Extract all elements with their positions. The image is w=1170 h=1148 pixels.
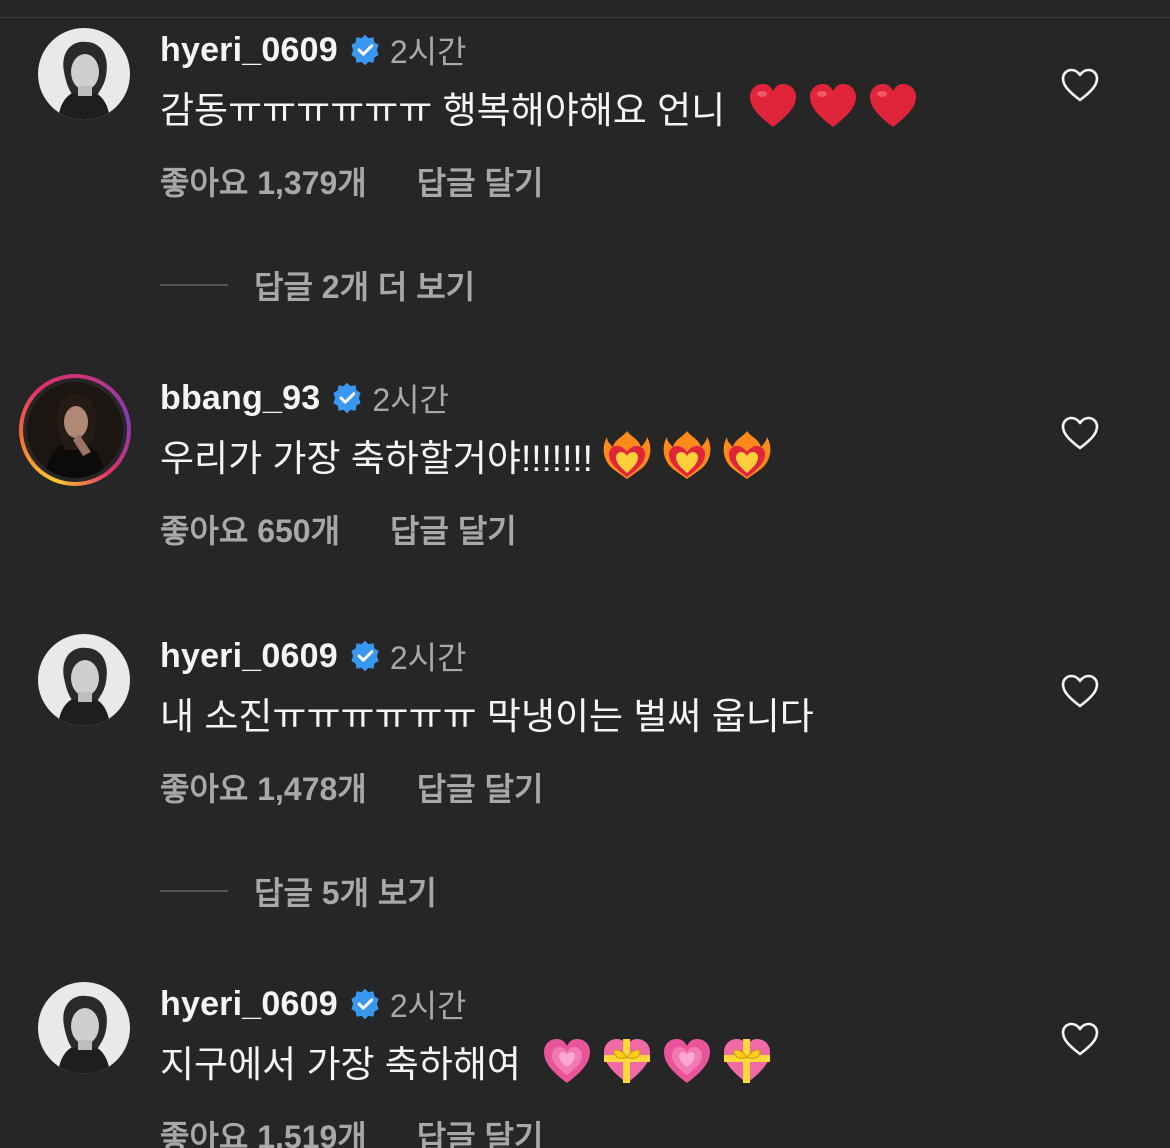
like-count[interactable]: 좋아요 650개 (160, 506, 340, 552)
heart-with-ribbon-emoji (601, 1035, 653, 1087)
comment-text-row: 지구에서 가장 축하해여 (160, 1034, 773, 1088)
avatar-photo (27, 382, 123, 478)
username[interactable]: hyeri_0609 (160, 31, 338, 70)
top-divider (0, 17, 1170, 18)
like-heart-icon[interactable] (1060, 1020, 1100, 1060)
view-replies-label: 답글 5개 보기 (254, 875, 437, 911)
red-heart-emoji (867, 81, 919, 133)
reply-button[interactable]: 답글 달기 (417, 764, 544, 810)
comment-header: hyeri_0609 2시간 (160, 980, 467, 1028)
verified-badge-icon (348, 639, 382, 673)
heart-on-fire-emoji (601, 429, 653, 481)
comment-meta: 좋아요 1,519개 답글 달기 (160, 1112, 543, 1148)
username[interactable]: hyeri_0609 (160, 985, 338, 1024)
avatar-photo (38, 634, 130, 726)
replies-divider-line (160, 890, 228, 892)
comment-item: hyeri_0609 2시간 감동ㅠㅠㅠㅠㅠㅠ 행복해야해요 언니 좋아요 1,… (0, 26, 1170, 201)
comment-meta: 좋아요 1,478개 답글 달기 (160, 764, 543, 810)
heart-on-fire-emoji (661, 429, 713, 481)
comment-time: 2시간 (389, 34, 467, 70)
avatar-photo (38, 28, 130, 120)
comment-text: 지구에서 가장 축하해여 (160, 1044, 521, 1085)
story-ring-avatar[interactable] (19, 374, 131, 486)
comment-meta: 좋아요 650개 답글 달기 (160, 506, 517, 552)
growing-heart-emoji (541, 1035, 593, 1087)
comment-text: 우리가 가장 축하할거야!!!!!!! (160, 438, 593, 479)
comment-time: 2시간 (372, 382, 449, 418)
comment-meta: 좋아요 1,379개 답글 달기 (160, 158, 543, 204)
comment-header: hyeri_0609 2시간 (160, 26, 467, 74)
verified-badge-icon (348, 987, 382, 1021)
comment-text-row: 감동ㅠㅠㅠㅠㅠㅠ 행복해야해요 언니 (160, 80, 919, 134)
view-replies-label: 답글 2개 더 보기 (254, 269, 476, 305)
username[interactable]: bbang_93 (160, 379, 320, 418)
like-heart-icon[interactable] (1060, 672, 1100, 712)
red-heart-emoji (807, 81, 859, 133)
comment-text-row: 우리가 가장 축하할거야!!!!!!! (160, 428, 773, 482)
comment-item: bbang_93 2시간 우리가 가장 축하할거야!!!!!!! 좋아요 650… (0, 374, 1170, 549)
comment-time: 2시간 (389, 988, 467, 1024)
username[interactable]: hyeri_0609 (160, 637, 338, 676)
avatar[interactable] (38, 28, 130, 120)
comment-time: 2시간 (389, 640, 467, 676)
view-more-replies-button[interactable]: 답글 5개 보기 (160, 868, 437, 914)
reply-button[interactable]: 답글 달기 (417, 158, 544, 204)
replies-divider-line (160, 284, 228, 286)
comment-text: 감동ㅠㅠㅠㅠㅠㅠ 행복해야해요 언니 (160, 90, 726, 131)
comment-text: 내 소진ㅠㅠㅠㅠㅠㅠ 막냉이는 벌써 웁니다 (160, 696, 814, 737)
red-heart-emoji (747, 81, 799, 133)
like-count[interactable]: 좋아요 1,519개 (160, 1112, 367, 1148)
like-count[interactable]: 좋아요 1,379개 (160, 158, 367, 204)
like-count[interactable]: 좋아요 1,478개 (160, 764, 367, 810)
comment-header: hyeri_0609 2시간 (160, 632, 467, 680)
reply-button[interactable]: 답글 달기 (390, 506, 517, 552)
comment-header: bbang_93 2시간 (160, 374, 449, 422)
verified-badge-icon (330, 381, 364, 415)
reply-button[interactable]: 답글 달기 (417, 1112, 544, 1148)
avatar-photo (38, 982, 130, 1074)
comment-item: hyeri_0609 2시간 지구에서 가장 축하해여 좋아요 1,519개 답… (0, 980, 1170, 1148)
verified-badge-icon (348, 33, 382, 67)
like-heart-icon[interactable] (1060, 66, 1100, 106)
avatar[interactable] (38, 634, 130, 726)
like-heart-icon[interactable] (1060, 414, 1100, 454)
comment-text-row: 내 소진ㅠㅠㅠㅠㅠㅠ 막냉이는 벌써 웁니다 (160, 686, 814, 740)
avatar[interactable] (38, 982, 130, 1074)
heart-with-ribbon-emoji (721, 1035, 773, 1087)
growing-heart-emoji (661, 1035, 713, 1087)
comment-item: hyeri_0609 2시간 내 소진ㅠㅠㅠㅠㅠㅠ 막냉이는 벌써 웁니다 좋아… (0, 632, 1170, 807)
comments-screen: hyeri_0609 2시간 감동ㅠㅠㅠㅠㅠㅠ 행복해야해요 언니 좋아요 1,… (0, 0, 1170, 1148)
view-more-replies-button[interactable]: 답글 2개 더 보기 (160, 262, 475, 308)
heart-on-fire-emoji (721, 429, 773, 481)
